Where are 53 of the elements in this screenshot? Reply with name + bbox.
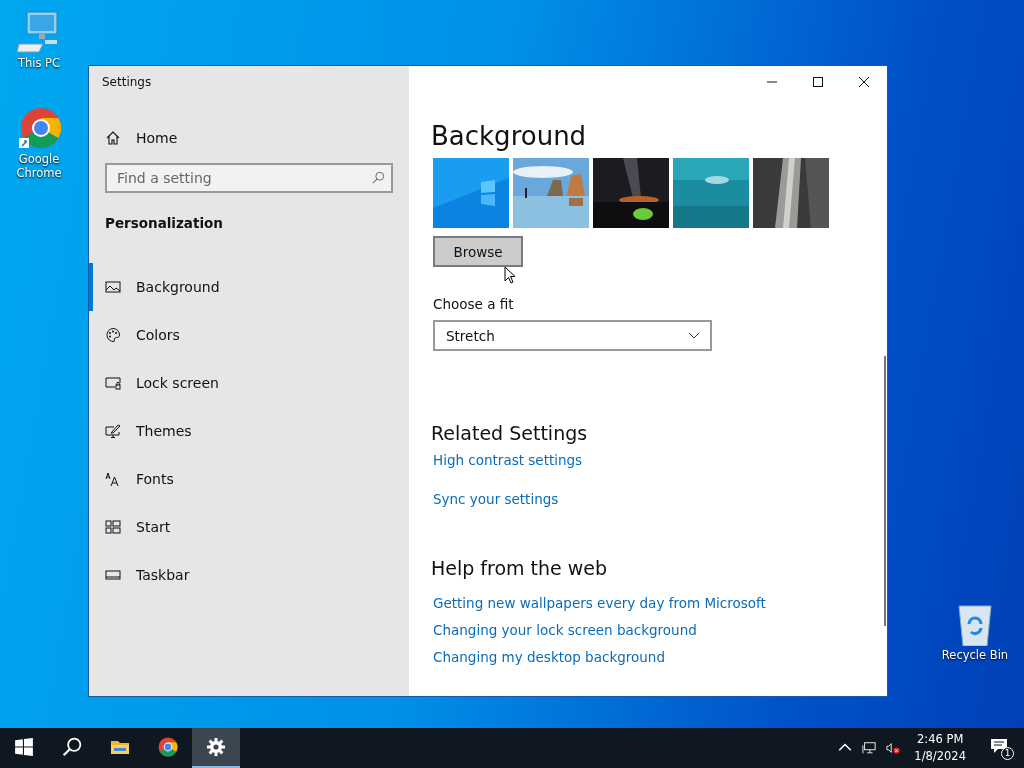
section-heading: Help from the web: [431, 556, 608, 580]
desktop-icon-label: This PC: [16, 56, 62, 71]
chevron-down-icon: [688, 331, 700, 340]
computer-icon[interactable]: [17, 10, 61, 54]
lock-screen-icon: [105, 375, 121, 391]
sidebar-item[interactable]: Start: [89, 503, 409, 551]
sidebar-item[interactable]: Lock screen: [89, 359, 409, 407]
section-heading: Related Settings: [431, 421, 588, 445]
picture-icon: [105, 279, 121, 295]
help-link[interactable]: Changing my desktop background: [433, 648, 665, 666]
help-link[interactable]: Getting new wallpapers every day from Microsoft: [433, 594, 766, 612]
palette-icon: [105, 327, 121, 343]
fit-label: Choose a fit: [433, 296, 514, 312]
sidebar-item[interactable]: Taskbar: [89, 551, 409, 599]
time-text: 2:46 PM: [917, 731, 964, 748]
search-icon: [371, 171, 385, 185]
search-field[interactable]: Find a setting: [105, 163, 393, 193]
volume-muted-icon[interactable]: [886, 741, 901, 755]
sidebar-item[interactable]: Fonts: [89, 455, 409, 503]
home-icon: [105, 130, 121, 146]
sidebar-item[interactable]: Colors: [89, 311, 409, 359]
home-nav-item[interactable]: Home: [89, 125, 409, 151]
fonts-icon: [105, 471, 121, 487]
chrome-icon: [158, 737, 178, 757]
sidebar-item[interactable]: Background: [89, 263, 409, 311]
close-icon: [858, 76, 870, 88]
date-text: 1/8/2024: [914, 748, 966, 765]
brush-icon: [105, 423, 121, 439]
clock[interactable]: 2:46 PM 1/8/2024: [914, 731, 966, 765]
scrollbar[interactable]: [884, 356, 886, 626]
maximize-icon: [812, 76, 824, 88]
taskbar-button[interactable]: [192, 728, 240, 768]
desktop-icon-label: Google Chrome: [15, 152, 63, 181]
section-heading: Personalization: [104, 214, 224, 233]
chrome-icon[interactable]: [17, 106, 61, 150]
help-link[interactable]: Changing your lock screen background: [433, 621, 697, 639]
desktop-icon-label: Recycle Bin: [940, 648, 1010, 663]
taskbar-icon: [105, 567, 121, 583]
page-heading: Background: [431, 120, 587, 152]
browse-button[interactable]: Browse: [433, 236, 523, 267]
search-icon: [62, 737, 82, 757]
sidebar-item[interactable]: Themes: [89, 407, 409, 455]
window-title: Settings: [101, 74, 153, 91]
related-link[interactable]: High contrast settings: [433, 451, 583, 469]
related-link[interactable]: Sync your settings: [433, 490, 559, 508]
cursor-icon: [504, 266, 516, 284]
notification-icon[interactable]: [990, 738, 1008, 754]
windows-logo-icon: [14, 737, 34, 757]
fit-dropdown[interactable]: Stretch: [433, 320, 712, 351]
network-icon[interactable]: [862, 741, 877, 755]
tiles-icon: [105, 519, 121, 535]
gear-icon: [206, 737, 226, 757]
notification-count: 1: [1001, 747, 1014, 760]
